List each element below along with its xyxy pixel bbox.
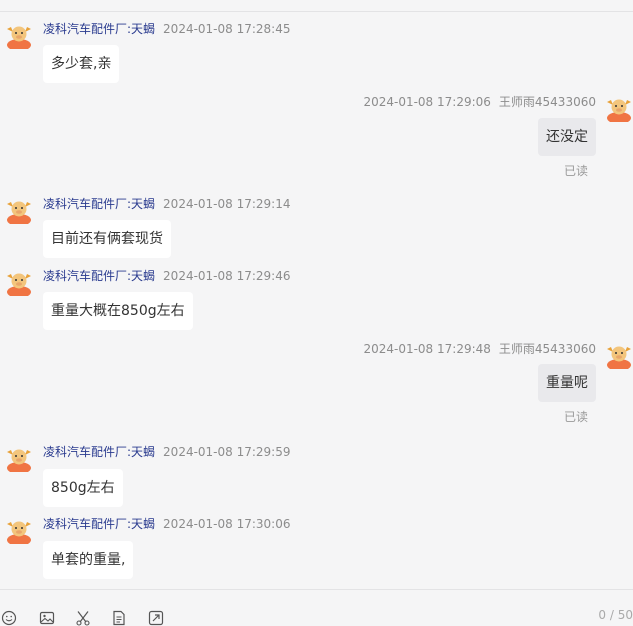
document-icon[interactable] xyxy=(111,610,127,626)
read-status: 已读 xyxy=(563,410,588,424)
message-bubble[interactable]: 重量大概在850g左右 xyxy=(43,292,193,330)
bull-mascot-icon xyxy=(7,521,31,544)
bull-mascot-icon xyxy=(7,273,31,296)
message-time: 2024-01-08 17:29:48 xyxy=(363,342,491,356)
message-meta: 2024-01-08 17:29:06 王师雨45433060 xyxy=(363,94,596,110)
bull-mascot-icon xyxy=(7,26,31,49)
message-bubble[interactable]: 目前还有俩套现货 xyxy=(43,220,171,258)
bull-mascot-icon xyxy=(607,346,631,369)
message-meta: 凌科汽车配件厂:天蝎 2024-01-08 17:28:45 xyxy=(43,21,291,37)
sender-name[interactable]: 凌科汽车配件厂:天蝎 xyxy=(43,197,155,211)
sender-name[interactable]: 凌科汽车配件厂:天蝎 xyxy=(43,22,155,36)
avatar[interactable] xyxy=(5,196,33,224)
message-time: 2024-01-08 17:30:06 xyxy=(163,517,291,531)
sender-name[interactable]: 王师雨45433060 xyxy=(499,342,596,356)
bull-mascot-icon xyxy=(7,449,31,472)
share-icon[interactable] xyxy=(148,610,164,626)
avatar[interactable] xyxy=(5,444,33,472)
sender-name[interactable]: 凌科汽车配件厂:天蝎 xyxy=(43,445,155,459)
message-meta: 凌科汽车配件厂:天蝎 2024-01-08 17:29:59 xyxy=(43,444,291,460)
message-time: 2024-01-08 17:28:45 xyxy=(163,22,291,36)
avatar[interactable] xyxy=(605,94,633,122)
message-meta: 凌科汽车配件厂:天蝎 2024-01-08 17:29:14 xyxy=(43,196,291,212)
sender-name[interactable]: 凌科汽车配件厂:天蝎 xyxy=(43,269,155,283)
message-bubble[interactable]: 重量呢 xyxy=(538,364,596,402)
message-bubble[interactable]: 还没定 xyxy=(538,118,596,156)
char-counter: 0 / 50 xyxy=(598,608,633,622)
avatar[interactable] xyxy=(605,341,633,369)
avatar[interactable] xyxy=(5,21,33,49)
scissors-icon[interactable] xyxy=(75,610,91,626)
emoji-icon[interactable] xyxy=(1,610,17,626)
message-bubble[interactable]: 850g左右 xyxy=(43,469,123,507)
message-bubble[interactable]: 单套的重量, xyxy=(43,541,134,579)
avatar[interactable] xyxy=(5,516,33,544)
top-divider xyxy=(0,11,633,12)
toolbar-divider xyxy=(0,589,633,590)
sender-name[interactable]: 王师雨45433060 xyxy=(499,95,596,109)
input-toolbar xyxy=(0,604,633,626)
avatar[interactable] xyxy=(5,268,33,296)
bull-mascot-icon xyxy=(7,201,31,224)
message-bubble[interactable]: 多少套,亲 xyxy=(43,45,120,83)
message-time: 2024-01-08 17:29:59 xyxy=(163,445,291,459)
message-meta: 凌科汽车配件厂:天蝎 2024-01-08 17:29:46 xyxy=(43,268,291,284)
message-time: 2024-01-08 17:29:46 xyxy=(163,269,291,283)
message-time: 2024-01-08 17:29:14 xyxy=(163,197,291,211)
read-status: 已读 xyxy=(563,164,588,178)
message-meta: 凌科汽车配件厂:天蝎 2024-01-08 17:30:06 xyxy=(43,516,291,532)
message-time: 2024-01-08 17:29:06 xyxy=(363,95,491,109)
bull-mascot-icon xyxy=(607,99,631,122)
image-icon[interactable] xyxy=(39,610,55,626)
message-meta: 2024-01-08 17:29:48 王师雨45433060 xyxy=(363,341,596,357)
sender-name[interactable]: 凌科汽车配件厂:天蝎 xyxy=(43,517,155,531)
